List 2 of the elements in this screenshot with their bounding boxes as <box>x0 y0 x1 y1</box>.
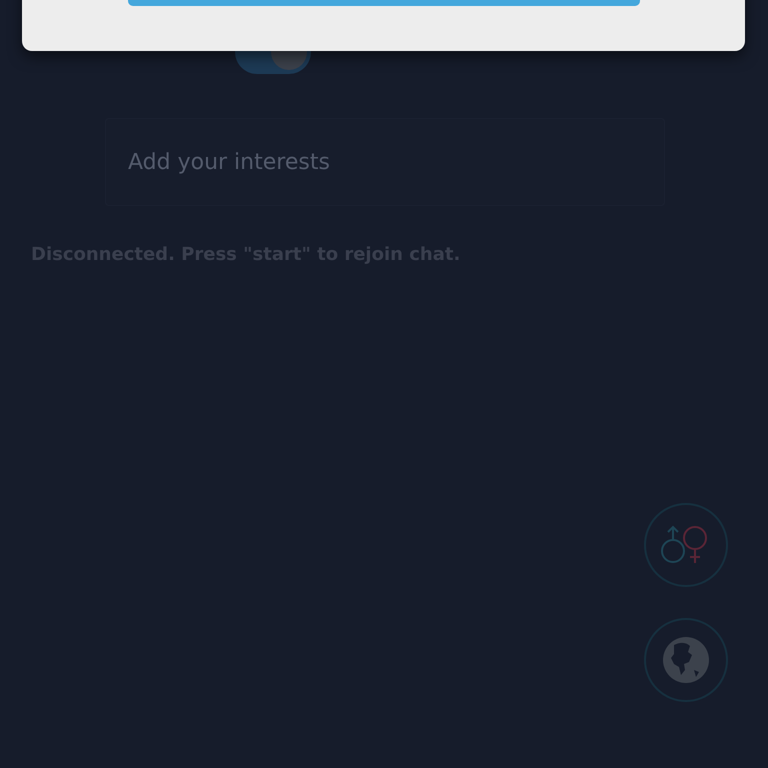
interests-field[interactable]: Add your interests <box>105 118 665 206</box>
globe-icon <box>662 636 710 684</box>
